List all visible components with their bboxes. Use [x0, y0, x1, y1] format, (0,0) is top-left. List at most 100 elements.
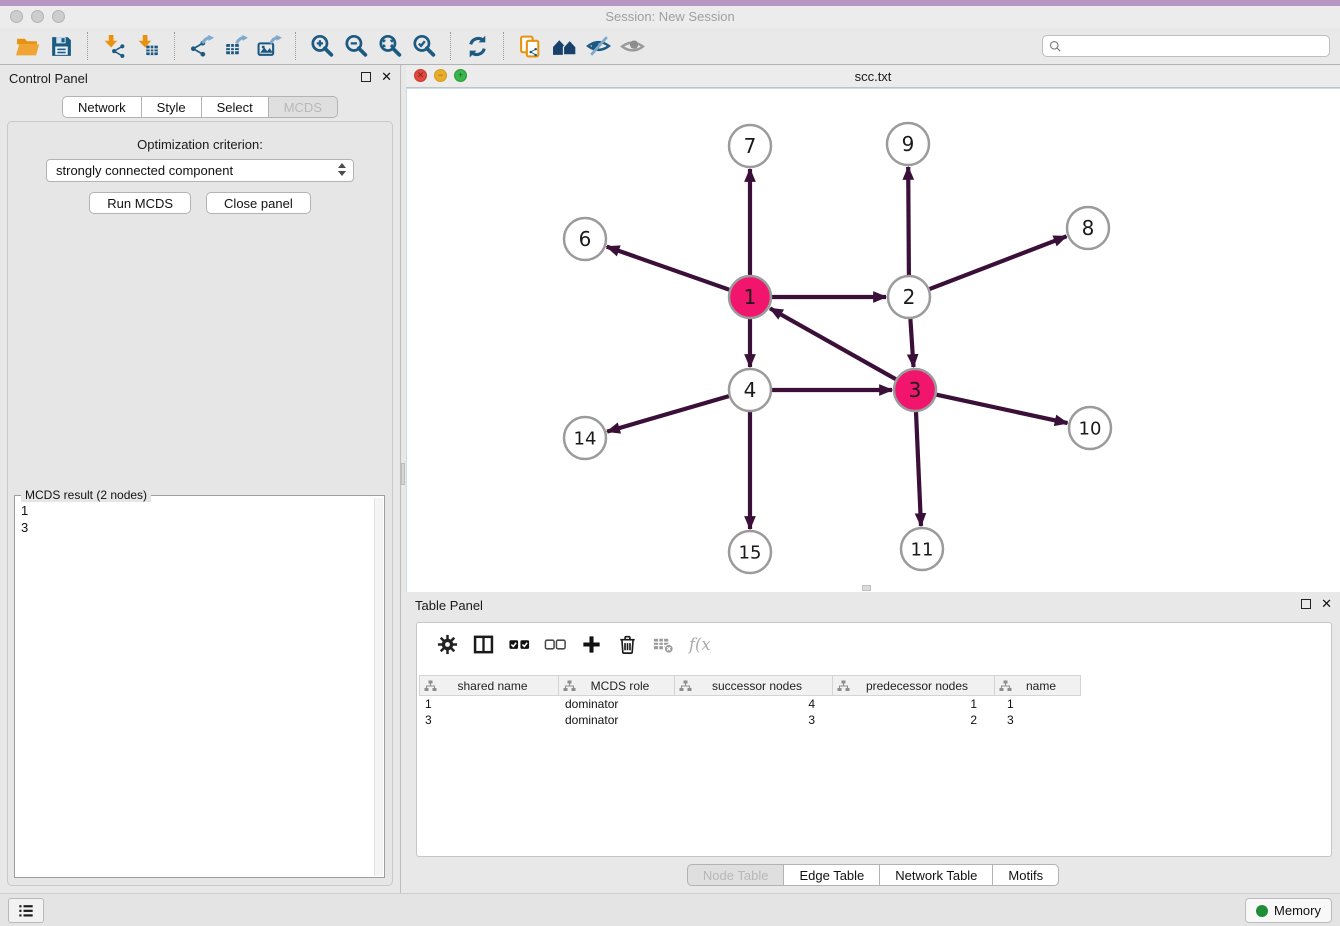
table-tab-edge-table[interactable]: Edge Table [784, 864, 880, 886]
apply-function-button[interactable]: f(x) [681, 627, 717, 661]
column-header-name[interactable]: name [995, 675, 1081, 696]
control-panel: Control Panel ✕ NetworkStyleSelectMCDS O… [0, 65, 400, 893]
column-tree-icon [424, 680, 437, 692]
close-table-panel-icon[interactable]: ✕ [1321, 598, 1332, 610]
zoom-fit-button[interactable] [373, 30, 407, 62]
search-icon [1048, 39, 1063, 54]
zoom-out-icon [344, 34, 369, 59]
session-title: Session: New Session [0, 9, 1340, 24]
column-header-predecessor-nodes[interactable]: predecessor nodes [833, 675, 995, 696]
toolbar-separator [295, 32, 296, 60]
export-table-icon [223, 34, 248, 59]
edge-3-11[interactable] [916, 412, 921, 526]
task-history-button[interactable] [8, 898, 44, 923]
edge-2-8[interactable] [930, 236, 1067, 289]
delete-column-icon [616, 633, 639, 656]
column-header-MCDS-role[interactable]: MCDS role [559, 675, 675, 696]
zoom-in-icon [310, 34, 335, 59]
tab-mcds[interactable]: MCDS [269, 96, 338, 118]
result-scrollbar[interactable] [374, 498, 383, 876]
edge-4-14[interactable] [607, 396, 729, 432]
hide-graphics-details-button[interactable] [581, 30, 615, 62]
edge-2-3[interactable] [910, 319, 913, 367]
memory-label: Memory [1274, 903, 1321, 918]
tab-network[interactable]: Network [62, 96, 142, 118]
open-file-icon [15, 34, 40, 59]
first-neighbors-button[interactable] [547, 30, 581, 62]
table-row[interactable]: 1dominator411 [419, 696, 1329, 712]
delete-table-button[interactable] [645, 627, 681, 661]
edge-3-1[interactable] [770, 308, 896, 379]
close-panel-icon[interactable]: ✕ [381, 71, 392, 83]
import-table-icon [136, 34, 161, 59]
network-window-titlebar[interactable]: ✕ − + scc.txt [406, 65, 1340, 88]
table-settings-button[interactable] [429, 627, 465, 661]
cell-successor-nodes[interactable]: 4 [675, 696, 833, 712]
edge-2-9[interactable] [908, 167, 909, 275]
tab-style[interactable]: Style [142, 96, 202, 118]
cell-MCDS-role[interactable]: dominator [559, 696, 675, 712]
cell-name[interactable]: 1 [995, 696, 1081, 712]
apply-layout-button[interactable] [460, 30, 494, 62]
cell-predecessor-nodes[interactable]: 2 [833, 712, 995, 728]
table-row[interactable]: 3dominator323 [419, 712, 1329, 728]
cell-successor-nodes[interactable]: 3 [675, 712, 833, 728]
node-label-4: 4 [744, 378, 757, 402]
zoom-out-button[interactable] [339, 30, 373, 62]
cell-shared-name[interactable]: 3 [419, 712, 559, 728]
mcds-result-text[interactable]: 13 [15, 498, 374, 876]
export-table-button[interactable] [218, 30, 252, 62]
column-header-shared-name[interactable]: shared name [419, 675, 559, 696]
node-label-7: 7 [744, 134, 757, 158]
result-line: 3 [21, 519, 368, 536]
network-graph[interactable]: 1234678910111415 [406, 88, 1338, 591]
toolbar-separator [503, 32, 504, 60]
show-graphics-details-button[interactable] [615, 30, 649, 62]
close-panel-button[interactable]: Close panel [206, 192, 311, 214]
float-panel-icon[interactable] [361, 72, 371, 82]
run-mcds-button[interactable]: Run MCDS [89, 192, 191, 214]
search-box[interactable] [1042, 35, 1330, 57]
column-header-successor-nodes[interactable]: successor nodes [675, 675, 833, 696]
memory-status-icon [1256, 905, 1268, 917]
toolbar-separator [174, 32, 175, 60]
delete-column-button[interactable] [609, 627, 645, 661]
node-label-2: 2 [903, 285, 916, 309]
splitter-grip[interactable] [401, 463, 405, 485]
edge-1-6[interactable] [607, 247, 730, 290]
network-window: ✕ − + scc.txt 1234678910111415 [406, 65, 1340, 592]
export-image-button[interactable] [252, 30, 286, 62]
cell-predecessor-nodes[interactable]: 1 [833, 696, 995, 712]
add-column-button[interactable] [573, 627, 609, 661]
cell-MCDS-role[interactable]: dominator [559, 712, 675, 728]
search-input[interactable] [1067, 39, 1324, 53]
save-session-icon [49, 34, 74, 59]
zoom-in-button[interactable] [305, 30, 339, 62]
table-tab-node-table[interactable]: Node Table [687, 864, 785, 886]
cell-name[interactable]: 3 [995, 712, 1081, 728]
import-network-button[interactable] [97, 30, 131, 62]
tab-select[interactable]: Select [202, 96, 269, 118]
canvas-splitter-grip[interactable] [862, 585, 871, 591]
memory-button[interactable]: Memory [1245, 898, 1332, 923]
float-table-panel-icon[interactable] [1301, 599, 1311, 609]
deselect-all-columns-button[interactable] [537, 627, 573, 661]
table-tab-network-table[interactable]: Network Table [880, 864, 993, 886]
show-columns-button[interactable] [465, 627, 501, 661]
apply-layout-icon [465, 34, 490, 59]
open-file-button[interactable] [10, 30, 44, 62]
import-table-button[interactable] [131, 30, 165, 62]
criterion-select[interactable]: strongly connected component [46, 159, 354, 182]
column-tree-icon [679, 680, 692, 692]
select-all-columns-button[interactable] [501, 627, 537, 661]
cell-shared-name[interactable]: 1 [419, 696, 559, 712]
edge-3-10[interactable] [937, 395, 1068, 423]
clone-network-button[interactable] [513, 30, 547, 62]
zoom-selected-button[interactable] [407, 30, 441, 62]
network-canvas[interactable]: 1234678910111415 [406, 88, 1340, 592]
export-network-button[interactable] [184, 30, 218, 62]
table-tab-motifs[interactable]: Motifs [993, 864, 1059, 886]
node-label-6: 6 [579, 227, 592, 251]
toolbar-separator [450, 32, 451, 60]
save-session-button[interactable] [44, 30, 78, 62]
